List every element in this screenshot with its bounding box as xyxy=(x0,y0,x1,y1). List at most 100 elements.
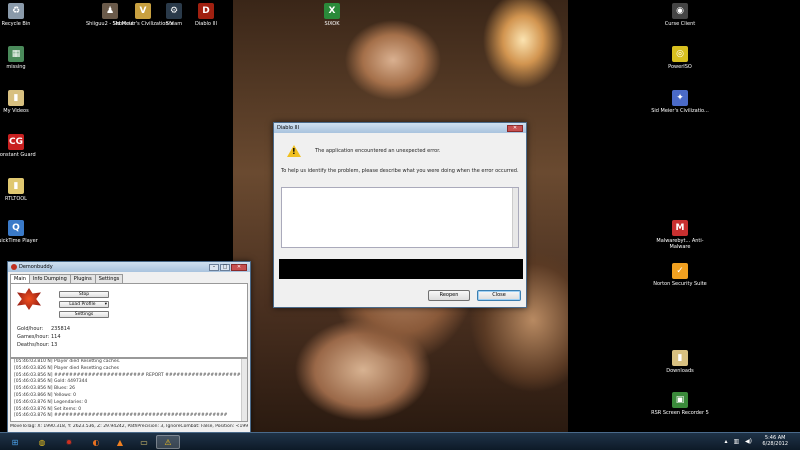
tab-plugins[interactable]: Plugins xyxy=(69,274,96,283)
norton-icon: ✓ xyxy=(672,263,688,279)
demonbuddy-titlebar[interactable]: Demonbuddy – □ ✕ xyxy=(8,262,250,272)
stat-value: 114 xyxy=(51,334,61,340)
desktop-icon[interactable]: Q QuickTime Player xyxy=(0,220,48,244)
taskbar: ⊞ ◍ ✹ ◐ ▲ ▭ ⚠ ▴ ▥ ◀) 5:46 AM 6/28/2012 xyxy=(0,432,800,450)
desktop-icon-label: Sid Meier's Civilizatio... xyxy=(651,108,709,114)
desktop-icon[interactable]: ✓ Norton Security Suite xyxy=(648,263,712,287)
desktop-icon-label: Constant Guard xyxy=(0,152,36,158)
desktop-icon[interactable]: ▮ Downloads xyxy=(648,350,712,374)
error-description-textarea[interactable] xyxy=(281,187,519,248)
stat-value: 235814 xyxy=(51,326,71,332)
warning-icon[interactable]: ⚠ xyxy=(156,435,180,449)
volume-icon[interactable]: ◀) xyxy=(745,438,752,445)
desktop-icon[interactable]: X SIXOK xyxy=(300,3,364,27)
close-icon[interactable]: ✕ xyxy=(507,124,523,132)
load-profile-label: Load Profile xyxy=(69,302,96,307)
demonbuddy-icon[interactable]: ✹ xyxy=(57,435,81,449)
desktop-icon-label: RSR Screen Recorder 5 xyxy=(651,410,709,416)
desktop-icon-label: RTLTOOL xyxy=(5,196,27,202)
stat-value: 13 xyxy=(51,342,58,348)
tab-settings[interactable]: Settings xyxy=(94,274,124,283)
folder-icon: ▮ xyxy=(8,178,24,194)
demonbuddy-window: Demonbuddy – □ ✕ Main Info Dumping Plugins… xyxy=(7,261,251,434)
desktop-icon-label: Malwarebyt... Anti-Malware xyxy=(656,238,704,250)
desktop-icon-label: SIXOK xyxy=(324,21,340,27)
explorer-icon[interactable]: ▭ xyxy=(132,435,156,449)
desktop-icon[interactable]: ◎ PowerISO xyxy=(648,46,712,70)
log-line: [05:46:03.876 N] Legendaries: 0 xyxy=(14,399,88,405)
firefox-icon[interactable]: ◐ xyxy=(84,435,108,449)
stat-label: Gold/hour: xyxy=(17,326,44,332)
desktop-icon-label: PowerISO xyxy=(668,64,692,70)
start-orb-icon[interactable]: ⊞ xyxy=(3,435,27,449)
chrome-icon[interactable]: ◍ xyxy=(30,435,54,449)
load-profile-button[interactable]: Load Profile ▾ xyxy=(59,301,109,308)
error-prompt: To help us identify the problem, please … xyxy=(281,168,519,174)
stat-label: Games/hour: xyxy=(17,334,50,340)
recycle-bin-icon: ♻ xyxy=(8,3,24,19)
desktop-icon-label: My Videos xyxy=(3,108,29,114)
scrollbar[interactable] xyxy=(512,188,518,247)
tab-info-dumping[interactable]: Info Dumping xyxy=(28,274,71,283)
constant-guard-icon: CG xyxy=(8,134,24,150)
desktop-icon-label: Norton Security Suite xyxy=(653,281,707,287)
desktop-icon-label: Curse Client xyxy=(664,21,696,27)
desktop-icon-label: Downloads xyxy=(666,368,694,374)
clock[interactable]: 5:46 AM 6/28/2012 xyxy=(762,435,788,447)
maximize-icon[interactable]: □ xyxy=(220,263,230,271)
folder-icon: ▮ xyxy=(672,350,688,366)
log-output[interactable]: [05:46:03.810 N] Player died Resetting c… xyxy=(10,358,248,422)
demonbuddy-icon xyxy=(11,264,17,270)
desktop-icon[interactable]: ▮ My Videos xyxy=(0,90,48,114)
settings-button[interactable]: Settings xyxy=(59,311,109,318)
error-dialog-body: ! The application encountered an unexpec… xyxy=(274,133,526,178)
error-dialog-titlebar[interactable]: Diablo III ✕ xyxy=(274,123,526,133)
poweriso-icon: ◎ xyxy=(672,46,688,62)
quicktime-icon: Q xyxy=(8,220,24,236)
log-line: [05:46:03.866 N] Yellows: 0 xyxy=(14,392,76,398)
stop-button[interactable]: Stop xyxy=(59,291,109,298)
tab-bar: Main Info Dumping Plugins Settings xyxy=(8,272,250,283)
log-line: [05:46:03.856 N] Blues: 26 xyxy=(14,386,75,392)
error-message: The application encountered an unexpecte… xyxy=(315,148,441,154)
log-line: [05:46:03.810 N] Player died Resetting c… xyxy=(14,359,121,364)
generic-file-icon: ▦ xyxy=(8,46,24,62)
desktop-icon[interactable]: ✦ Sid Meier's Civilizatio... xyxy=(648,90,712,114)
error-dialog-title: Diablo III xyxy=(277,125,299,131)
desktop-icon-label: QuickTime Player xyxy=(0,238,38,244)
desktop-icon[interactable]: ◉ Curse Client xyxy=(648,3,712,27)
tab-main[interactable]: Main xyxy=(10,274,30,283)
log-line: [05:46:03.826 N] Player died Resetting c… xyxy=(14,365,119,371)
stat-label: Deaths/hour: xyxy=(17,342,50,348)
desktop-icon[interactable]: CG Constant Guard xyxy=(0,134,48,158)
vlc-icon[interactable]: ▲ xyxy=(108,435,132,449)
tray-arrow-icon[interactable]: ▴ xyxy=(725,438,728,445)
desktop-icon[interactable]: D Diablo III xyxy=(174,3,238,27)
error-dialog: Diablo III ✕ ! The application encounter… xyxy=(273,122,527,308)
network-icon[interactable]: ▥ xyxy=(733,438,739,445)
log-line: [05:46:03.876 N] #######################… xyxy=(14,413,228,419)
system-tray: ▴ ▥ ◀) xyxy=(725,438,753,445)
malwarebytes-icon: M xyxy=(672,220,688,236)
reopen-button[interactable]: Reopen xyxy=(428,290,470,301)
chevron-down-icon: ▾ xyxy=(104,302,107,307)
desktop-icon[interactable]: ▦ missing xyxy=(0,46,48,70)
folder-icon: ▮ xyxy=(8,90,24,106)
excel-icon: X xyxy=(324,3,340,19)
close-button[interactable]: Close xyxy=(477,290,521,301)
close-icon[interactable]: ✕ xyxy=(231,263,247,271)
scrollbar[interactable] xyxy=(241,359,247,421)
screen-recorder-icon: ▣ xyxy=(672,392,688,408)
main-panel: Stop Load Profile ▾ Settings Gold/hour: 2… xyxy=(10,283,248,358)
minimize-icon[interactable]: – xyxy=(209,263,219,271)
diablo-icon: D xyxy=(198,3,214,19)
desktop-icon-label: missing xyxy=(6,64,26,70)
desktop-icon[interactable]: ▮ RTLTOOL xyxy=(0,178,48,202)
clock-date: 6/28/2012 xyxy=(762,441,788,447)
desktop-icon[interactable]: ♻ Recycle Bin xyxy=(0,3,48,27)
status-bar: MoveToTag: X: 1990.318, Y: 2623.536, Z: … xyxy=(10,424,248,429)
desktop-icon-label: Recycle Bin xyxy=(1,21,31,27)
desktop-icon[interactable]: ▣ RSR Screen Recorder 5 xyxy=(648,392,712,416)
log-lines: [05:46:03.810 N] Player died Resetting c… xyxy=(11,359,247,420)
desktop-icon[interactable]: M Malwarebyt... Anti-Malware xyxy=(648,220,712,250)
